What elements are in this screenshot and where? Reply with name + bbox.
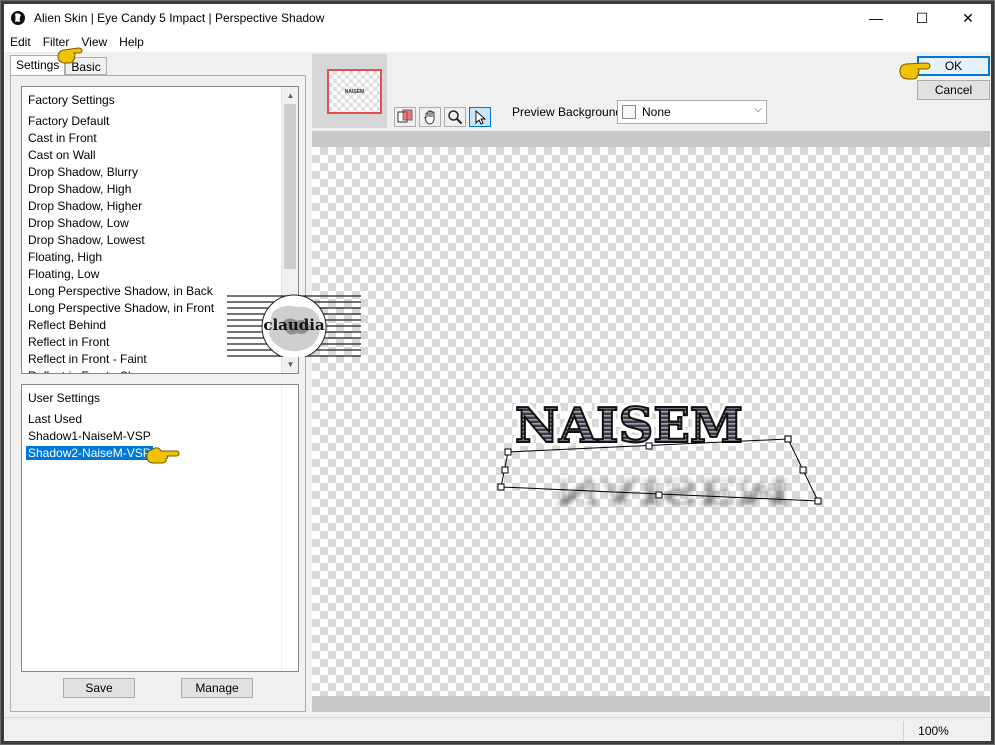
- navigator-panel[interactable]: NAISEM: [312, 54, 387, 128]
- user-preset-item[interactable]: Last Used: [28, 411, 280, 428]
- factory-preset-item[interactable]: Cast on Wall: [28, 147, 280, 164]
- handle-left-mid[interactable]: [501, 466, 509, 474]
- preview-background-select[interactable]: None ⌵: [617, 100, 767, 124]
- handle-right-mid[interactable]: [799, 466, 807, 474]
- user-preset-label: Last Used: [28, 412, 83, 426]
- watermark-text: claudia: [263, 316, 325, 334]
- handle-top-left[interactable]: [504, 448, 512, 456]
- factory-preset-item[interactable]: Drop Shadow, Lowest: [28, 232, 280, 249]
- menu-bar: Edit Filter View Help: [4, 32, 991, 52]
- status-bar: 100%: [4, 717, 991, 743]
- zoom-icon[interactable]: [444, 107, 466, 127]
- scrollbar-thumb[interactable]: [284, 104, 296, 269]
- factory-preset-item[interactable]: Reflect in Front - Sh: [28, 368, 280, 373]
- menu-help[interactable]: Help: [113, 35, 150, 49]
- user-preset-label: Shadow2-NaiseM-VSP: [26, 446, 153, 460]
- handle-top-right[interactable]: [784, 435, 792, 443]
- hand-icon[interactable]: [419, 107, 441, 127]
- factory-preset-item[interactable]: Factory Default: [28, 113, 280, 130]
- factory-preset-item[interactable]: Drop Shadow, Blurry: [28, 164, 280, 181]
- factory-preset-item[interactable]: Floating, High: [28, 249, 280, 266]
- preview-toolbar: [394, 107, 491, 127]
- handle-bottom-left[interactable]: [497, 483, 505, 491]
- preview-background-label: Preview Background:: [512, 105, 626, 119]
- handle-top-mid[interactable]: [645, 442, 653, 450]
- background-swatch: [622, 105, 636, 119]
- menu-edit[interactable]: Edit: [4, 35, 37, 49]
- handle-bottom-right[interactable]: [814, 497, 822, 505]
- shadow-text: NAISEM: [555, 470, 791, 510]
- close-button[interactable]: ✕: [945, 4, 991, 32]
- scroll-up-icon[interactable]: ▲: [282, 87, 298, 104]
- maximize-button[interactable]: ☐: [899, 4, 945, 32]
- cancel-button[interactable]: Cancel: [917, 80, 990, 100]
- chevron-down-icon[interactable]: ⌵: [754, 104, 762, 115]
- window-title: Alien Skin | Eye Candy 5 Impact | Perspe…: [34, 11, 325, 25]
- alien-skin-app-icon: [11, 11, 25, 25]
- navigator-thumbnail[interactable]: NAISEM: [327, 69, 382, 114]
- naisem-text: NAISEM: [515, 398, 743, 454]
- preview-render: NAISEM NAISEM NAISEM: [497, 394, 822, 510]
- preview-background-value: None: [642, 105, 671, 119]
- minimize-button[interactable]: —: [853, 4, 899, 32]
- preview-canvas[interactable]: NAISEM NAISEM NAISEM: [312, 131, 990, 712]
- handle-bottom-mid[interactable]: [655, 491, 663, 499]
- factory-settings-header: Factory Settings: [28, 93, 115, 107]
- eye-candy-dialog: Alien Skin | Eye Candy 5 Impact | Perspe…: [0, 0, 995, 745]
- pointing-hand-icon: [899, 62, 931, 80]
- claudia-watermark: claudia: [227, 294, 361, 357]
- zoom-level: 100%: [903, 721, 963, 741]
- factory-preset-item[interactable]: Cast in Front: [28, 130, 280, 147]
- user-preset-item[interactable]: Shadow1-NaiseM-VSP: [28, 428, 280, 445]
- user-preset-label: Shadow1-NaiseM-VSP: [28, 429, 151, 443]
- user-settings-list[interactable]: User Settings Last Used Shadow1-NaiseM-VS…: [21, 384, 299, 672]
- pointing-hand-icon: [57, 47, 83, 64]
- preview-toggle-icon[interactable]: [394, 107, 416, 127]
- thumbnail-text: NAISEM: [344, 88, 365, 95]
- title-bar: Alien Skin | Eye Candy 5 Impact | Perspe…: [4, 4, 991, 32]
- settings-panel: Factory Settings Factory Default Cast in …: [10, 75, 306, 712]
- user-list-scrollbar[interactable]: [281, 385, 298, 671]
- factory-preset-item[interactable]: Drop Shadow, High: [28, 181, 280, 198]
- arrow-pointer-icon[interactable]: [469, 107, 491, 127]
- factory-preset-item[interactable]: Floating, Low: [28, 266, 280, 283]
- perspective-shadow: NAISEM: [555, 470, 791, 510]
- scroll-down-icon[interactable]: ▼: [282, 356, 298, 373]
- save-button[interactable]: Save: [63, 678, 135, 698]
- pointing-hand-icon: [146, 447, 180, 464]
- manage-button[interactable]: Manage: [181, 678, 253, 698]
- factory-preset-item[interactable]: Drop Shadow, Low: [28, 215, 280, 232]
- factory-preset-item[interactable]: Drop Shadow, Higher: [28, 198, 280, 215]
- user-settings-header: User Settings: [28, 391, 101, 405]
